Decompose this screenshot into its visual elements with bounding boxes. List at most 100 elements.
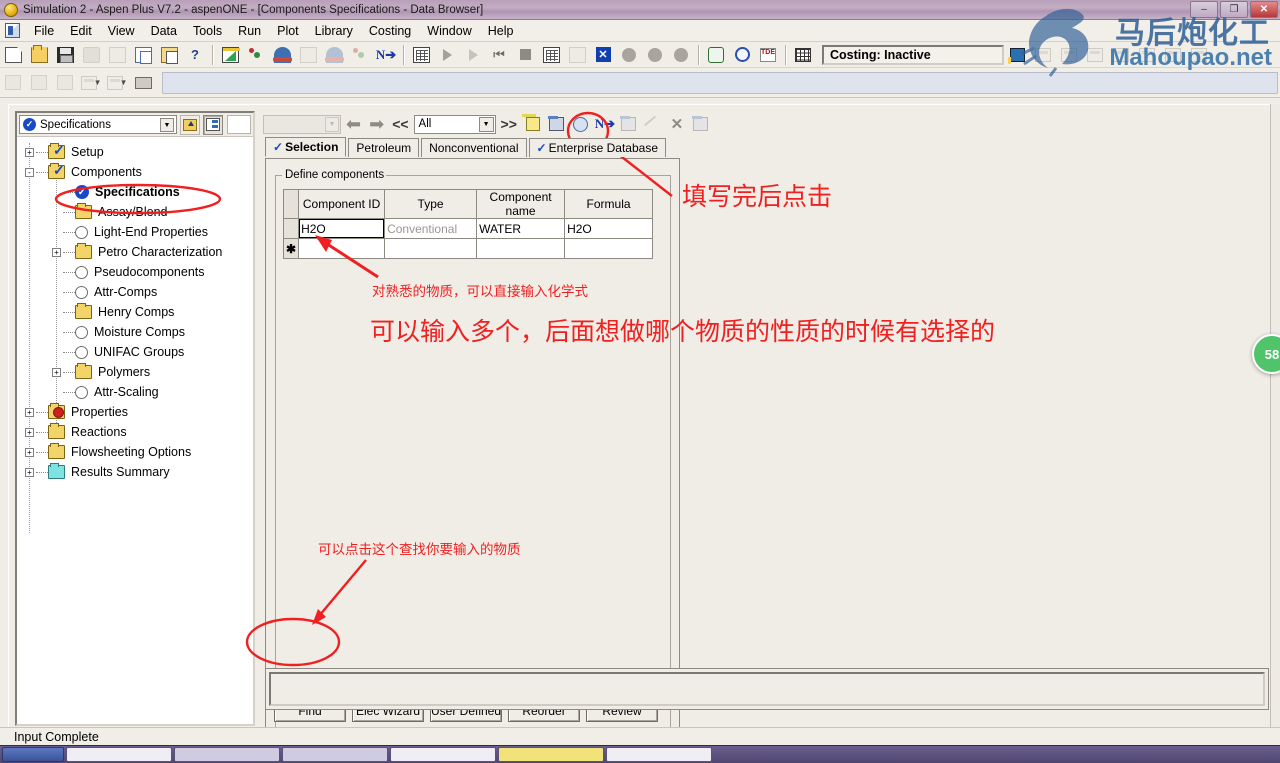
- column-header-type[interactable]: Type: [384, 189, 478, 219]
- import-button[interactable]: [1, 72, 25, 94]
- status-circle-2-button[interactable]: [643, 44, 667, 66]
- column-header-component-id[interactable]: Component ID: [298, 189, 386, 219]
- form-selector-combo[interactable]: ▼: [263, 114, 341, 134]
- help-pointer-button[interactable]: ?: [183, 44, 207, 66]
- tree-item-pseudocomponents[interactable]: Pseudocomponents: [21, 262, 251, 282]
- expander-icon[interactable]: +: [25, 467, 34, 477]
- components-table[interactable]: Component ID Type Component name Formula…: [282, 189, 654, 259]
- cell-component-name[interactable]: [476, 238, 566, 259]
- size-button[interactable]: [1083, 44, 1107, 66]
- expander-icon[interactable]: +: [25, 447, 34, 457]
- next-input-button[interactable]: N➔: [374, 44, 398, 66]
- filter-combo[interactable]: All ▼: [413, 114, 496, 134]
- tree-view-toggle[interactable]: [203, 114, 223, 135]
- data-browser-button[interactable]: [409, 44, 433, 66]
- components-button[interactable]: [244, 44, 268, 66]
- step-button[interactable]: [461, 44, 485, 66]
- investment-button[interactable]: [1161, 44, 1185, 66]
- tree-item-setup[interactable]: + Setup: [21, 142, 251, 162]
- cell-component-id[interactable]: H2O: [298, 218, 386, 239]
- object-selector-combo[interactable]: ✓ Specifications ▼: [19, 115, 177, 134]
- chevron-down-icon[interactable]: ▼: [160, 118, 174, 132]
- tree-item-polymers[interactable]: + Polymers: [21, 362, 251, 382]
- gauge-button[interactable]: [704, 44, 728, 66]
- menu-view[interactable]: View: [100, 22, 143, 40]
- nist-button[interactable]: TDE: [756, 44, 780, 66]
- tab-selection[interactable]: ✓ Selection: [265, 137, 347, 157]
- report-button[interactable]: ▼: [79, 72, 103, 94]
- status-circle-3-button[interactable]: [669, 44, 693, 66]
- forward-arrow-icon[interactable]: ➡: [366, 115, 387, 133]
- global-data-button[interactable]: [570, 114, 592, 134]
- setup-button[interactable]: [218, 44, 242, 66]
- tree-item-specifications[interactable]: ✓ Specifications: [21, 182, 251, 202]
- menu-data[interactable]: Data: [143, 22, 185, 40]
- economic-report-button[interactable]: [1031, 44, 1055, 66]
- rename-object-button[interactable]: [642, 114, 664, 134]
- column-header-component-name[interactable]: Component name: [476, 189, 566, 219]
- menu-costing[interactable]: Costing: [361, 22, 419, 40]
- taskbar-item-6[interactable]: [606, 747, 712, 762]
- binoculars-button[interactable]: [348, 44, 372, 66]
- start-button[interactable]: [2, 747, 64, 762]
- blocks-button[interactable]: [322, 44, 346, 66]
- databanks-button[interactable]: [546, 114, 568, 134]
- window-controls[interactable]: – ❐ ✕: [1190, 1, 1278, 18]
- tree-item-results-summary[interactable]: + Results Summary: [21, 462, 251, 482]
- column-header-formula[interactable]: Formula: [564, 189, 654, 219]
- print-button[interactable]: [79, 44, 103, 66]
- search-data-button[interactable]: [53, 72, 77, 94]
- run-button[interactable]: [435, 44, 459, 66]
- expander-icon[interactable]: +: [25, 147, 34, 157]
- economics-chart-button[interactable]: [1005, 44, 1029, 66]
- cell-formula[interactable]: H2O: [564, 218, 654, 239]
- tree-item-henry-comps[interactable]: Henry Comps: [21, 302, 251, 322]
- tab-enterprise-database[interactable]: ✓ Enterprise Database: [528, 138, 666, 157]
- tree-item-attr-scaling[interactable]: Attr-Scaling: [21, 382, 251, 402]
- expander-icon[interactable]: -: [25, 167, 34, 177]
- delete-object-button[interactable]: ✕: [666, 114, 688, 134]
- export-data-button[interactable]: [27, 72, 51, 94]
- chevron-down-icon[interactable]: ▼: [478, 116, 494, 132]
- close-results-button[interactable]: ✕: [591, 44, 615, 66]
- next-button[interactable]: N➔: [594, 114, 616, 134]
- evaluate-button[interactable]: [1109, 44, 1133, 66]
- stop-button[interactable]: [513, 44, 537, 66]
- menu-window[interactable]: Window: [419, 22, 479, 40]
- tree-item-attr-comps[interactable]: Attr-Comps: [21, 282, 251, 302]
- menu-tools[interactable]: Tools: [185, 22, 230, 40]
- previous-sheet-icon[interactable]: <<: [389, 116, 411, 132]
- paste-button[interactable]: [157, 44, 181, 66]
- menu-file[interactable]: File: [26, 22, 62, 40]
- new-button[interactable]: [1, 44, 25, 66]
- keyboard-button[interactable]: [131, 72, 155, 94]
- new-object-button[interactable]: [618, 114, 640, 134]
- chevron-down-icon[interactable]: ▼: [325, 116, 339, 132]
- taskbar-item-2[interactable]: [174, 747, 280, 762]
- menu-run[interactable]: Run: [230, 22, 269, 40]
- cell-component-id[interactable]: [298, 238, 386, 259]
- properties-button[interactable]: [270, 44, 294, 66]
- tree-item-light-end-properties[interactable]: Light-End Properties: [21, 222, 251, 242]
- export-button[interactable]: [1187, 44, 1211, 66]
- table-button[interactable]: [791, 44, 815, 66]
- tree-item-flowsheeting-options[interactable]: + Flowsheeting Options: [21, 442, 251, 462]
- tab-petroleum[interactable]: Petroleum: [348, 138, 420, 157]
- input-summary-button[interactable]: [522, 114, 544, 134]
- new-row-marker[interactable]: ✱: [282, 238, 300, 259]
- row-selector[interactable]: [282, 218, 300, 239]
- back-arrow-icon[interactable]: ⬅: [343, 115, 364, 133]
- tree-item-properties[interactable]: + Properties: [21, 402, 251, 422]
- copy-button[interactable]: [131, 44, 155, 66]
- restore-button[interactable]: ❐: [1220, 1, 1248, 18]
- tree-item-unifac-groups[interactable]: UNIFAC Groups: [21, 342, 251, 362]
- cell-type[interactable]: Conventional: [384, 218, 478, 239]
- expander-icon[interactable]: +: [52, 247, 61, 257]
- print-preview-button[interactable]: [105, 44, 129, 66]
- status-circle-1-button[interactable]: [617, 44, 641, 66]
- expander-icon[interactable]: +: [25, 427, 34, 437]
- close-button[interactable]: ✕: [1250, 1, 1278, 18]
- history-button[interactable]: [565, 44, 589, 66]
- control-panel-button[interactable]: [539, 44, 563, 66]
- cell-component-name[interactable]: WATER: [476, 218, 566, 239]
